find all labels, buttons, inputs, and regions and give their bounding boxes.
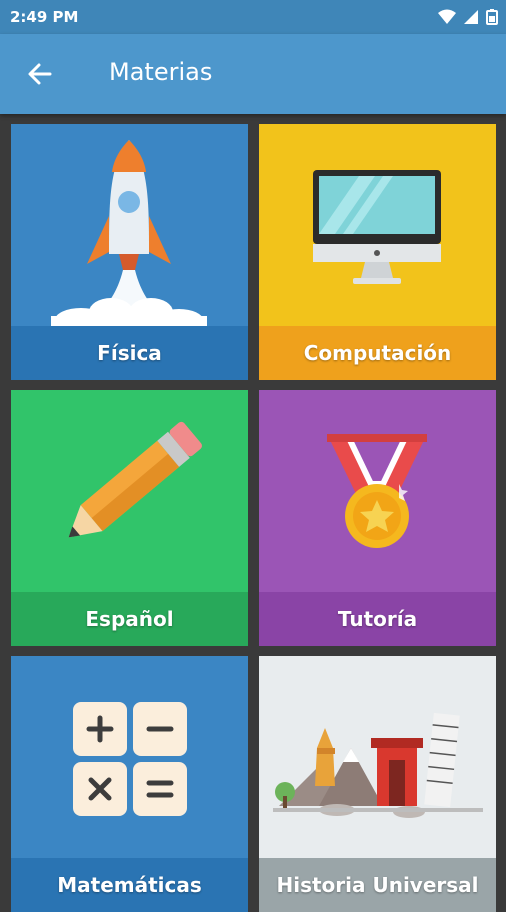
status-time: 2:49 PM xyxy=(10,8,79,26)
tile-label: Computación xyxy=(259,326,496,380)
status-icons xyxy=(438,9,498,25)
tile-matematicas[interactable]: Matemáticas xyxy=(11,656,248,912)
tile-label: Español xyxy=(11,592,248,646)
back-arrow-icon[interactable] xyxy=(22,56,58,92)
page-title: Materias xyxy=(109,58,213,86)
tile-label: Historia Universal xyxy=(259,858,496,912)
status-bar: 2:49 PM xyxy=(0,0,506,34)
tile-computacion[interactable]: Computación xyxy=(259,124,496,380)
tile-label: Física xyxy=(11,326,248,380)
tile-historia-universal[interactable]: Historia Universal xyxy=(259,656,496,912)
app-bar: Materias xyxy=(0,34,506,114)
signal-icon xyxy=(464,10,478,24)
tile-label: Matemáticas xyxy=(11,858,248,912)
tile-espanol[interactable]: Español xyxy=(11,390,248,646)
wifi-icon xyxy=(438,9,456,24)
tile-tutoria[interactable]: Tutoría xyxy=(259,390,496,646)
battery-icon xyxy=(486,9,498,25)
tile-fisica[interactable]: Física xyxy=(11,124,248,380)
tile-label: Tutoría xyxy=(259,592,496,646)
